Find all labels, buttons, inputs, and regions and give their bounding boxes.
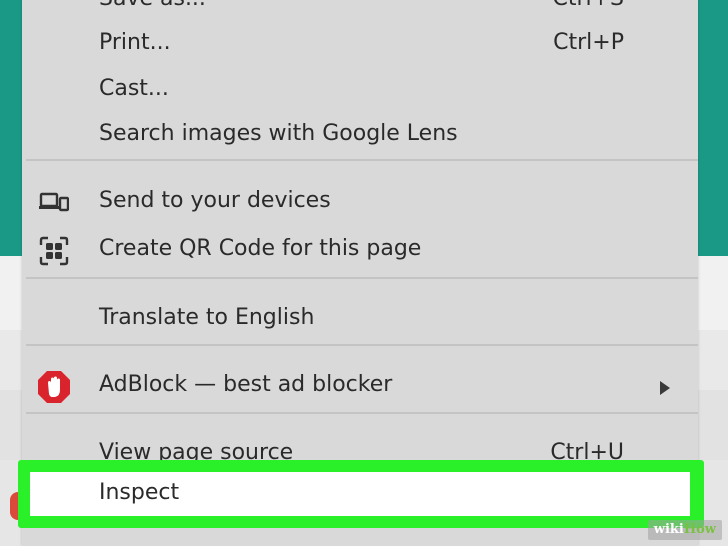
wikihow-watermark: wikiHow: [647, 520, 722, 540]
devices-icon: [39, 188, 70, 218]
menu-item-label: AdBlock — best ad blocker: [99, 372, 393, 397]
menu-item-label: Send to your devices: [99, 188, 331, 213]
watermark-prefix: wiki: [653, 522, 684, 537]
menu-separator: [26, 412, 698, 414]
menu-item-label: Cast...: [99, 76, 169, 101]
menu-item-label: Search images with Google Lens: [99, 121, 458, 146]
highlight-box: Inspect: [18, 460, 704, 528]
menu-item-label: Print...: [99, 30, 171, 55]
menu-item-label: Save as...: [99, 0, 206, 11]
menu-item-shortcut: Ctrl+P: [553, 30, 624, 55]
menu-separator: [26, 344, 698, 346]
adblock-hand-icon: [38, 371, 70, 403]
menu-item-send-to-devices[interactable]: Send to your devices: [22, 180, 698, 224]
menu-separator: [26, 277, 698, 279]
menu-item-save-as[interactable]: Save as... Ctrl+S: [22, 0, 698, 22]
menu-item-print[interactable]: Print... Ctrl+P: [22, 22, 698, 66]
qr-code-icon: [39, 236, 69, 266]
menu-item-shortcut: Ctrl+S: [552, 0, 624, 11]
submenu-arrow-icon: [660, 381, 670, 395]
menu-item-label: Create QR Code for this page: [99, 236, 422, 261]
menu-item-cast[interactable]: Cast...: [22, 68, 698, 112]
menu-separator: [26, 159, 698, 161]
menu-item-label: Inspect: [99, 480, 180, 505]
menu-item-label: Translate to English: [99, 305, 315, 330]
watermark-suffix: How: [683, 522, 716, 537]
menu-item-translate[interactable]: Translate to English: [22, 297, 698, 341]
menu-item-adblock[interactable]: AdBlock — best ad blocker: [22, 364, 698, 408]
menu-item-create-qr-code[interactable]: Create QR Code for this page: [22, 228, 698, 272]
menu-item-inspect[interactable]: Inspect: [30, 472, 690, 516]
menu-item-google-lens[interactable]: Search images with Google Lens: [22, 113, 698, 157]
